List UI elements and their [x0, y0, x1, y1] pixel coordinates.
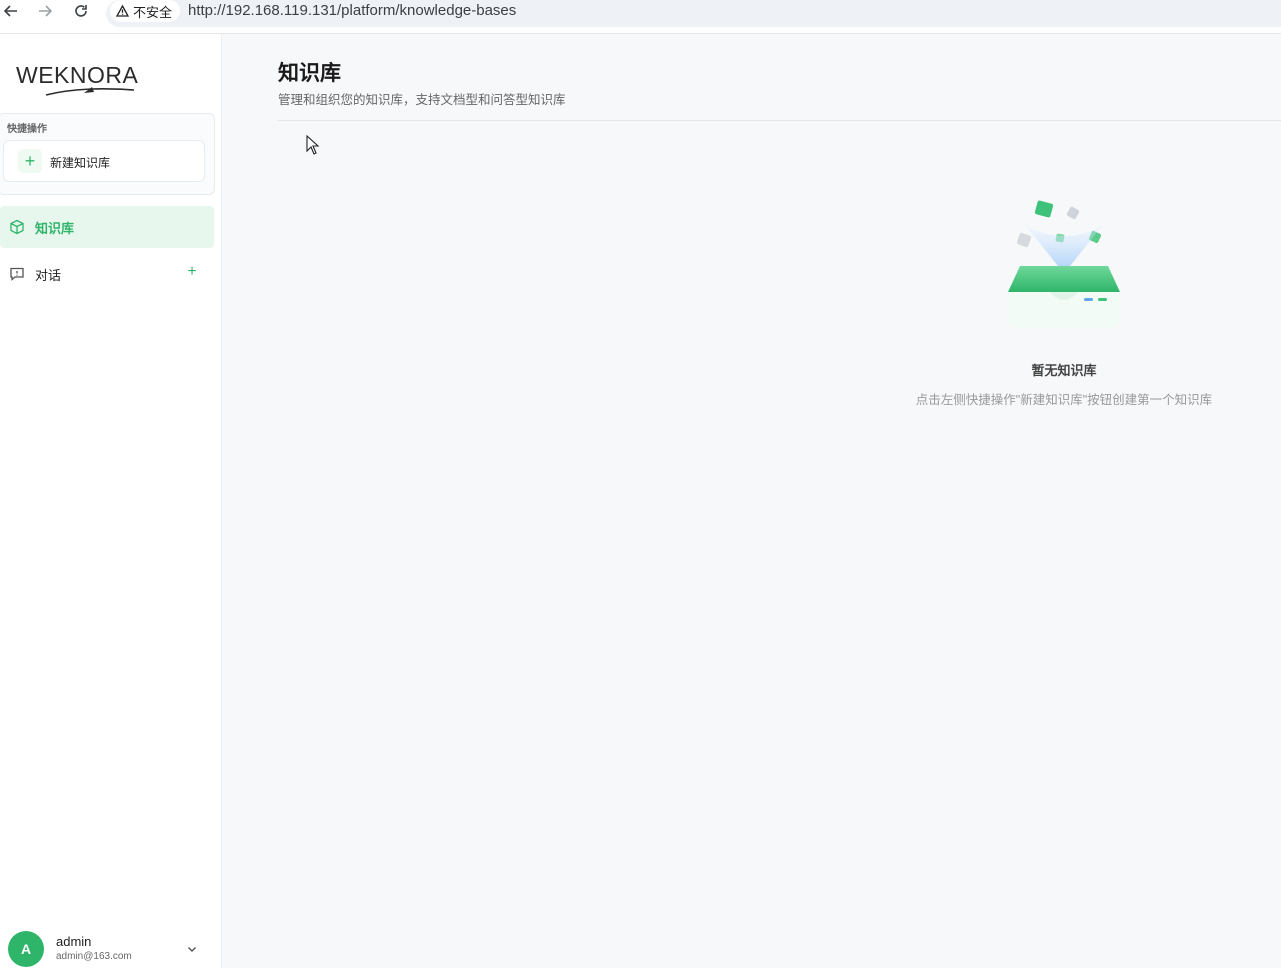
avatar: A	[8, 931, 44, 967]
sidebar-item-chat[interactable]: 对话 +	[0, 253, 214, 295]
security-label: 不安全	[133, 4, 173, 20]
sidebar-item-label: 对话	[35, 268, 62, 283]
chat-icon	[10, 267, 24, 281]
sidebar-item-label: 知识库	[35, 221, 75, 236]
url-text[interactable]: http://192.168.119.131/platform/knowledg…	[188, 2, 516, 19]
empty-state-description: 点击左侧快捷操作"新建知识库"按钮创建第一个知识库	[915, 393, 1213, 407]
sidebar: WEKNORA 快捷操作 + 新建知识库 知识库 对话 + A admin ad…	[0, 34, 222, 968]
user-email: admin@163.com	[56, 951, 132, 962]
new-chat-plus-icon[interactable]: +	[184, 264, 200, 280]
cube-icon	[10, 219, 24, 235]
new-knowledge-base-label: 新建知识库	[50, 156, 111, 170]
user-profile[interactable]: A admin admin@163.com	[8, 931, 214, 967]
mouse-cursor-icon	[306, 135, 320, 155]
main-content: 知识库 管理和组织您的知识库，支持文档型和问答型知识库 暂无知识库 点击左侧快捷…	[222, 34, 1281, 968]
divider	[278, 120, 1281, 121]
new-knowledge-base-button[interactable]: + 新建知识库	[3, 140, 205, 182]
sidebar-item-knowledge-base[interactable]: 知识库	[0, 206, 214, 248]
address-bar[interactable]: 不安全 http://192.168.119.131/platform/know…	[106, 0, 1281, 27]
browser-toolbar: 不安全 http://192.168.119.131/platform/know…	[0, 0, 1281, 34]
quick-actions-title: 快捷操作	[7, 124, 47, 135]
empty-state-title: 暂无知识库	[1031, 363, 1097, 378]
page-title: 知识库	[278, 62, 341, 85]
forward-icon[interactable]	[36, 2, 54, 20]
quick-actions-panel: 快捷操作 + 新建知识库	[0, 113, 215, 195]
security-chip[interactable]: 不安全	[110, 0, 181, 22]
logo-swoosh-icon	[45, 87, 135, 96]
back-icon[interactable]	[2, 2, 20, 20]
warning-icon	[116, 5, 129, 17]
empty-inbox-illustration	[1008, 200, 1120, 328]
user-name: admin	[56, 934, 92, 949]
reload-icon[interactable]	[72, 2, 90, 20]
plus-icon: +	[18, 149, 42, 173]
logo: WEKNORA	[16, 62, 138, 98]
page-subtitle: 管理和组织您的知识库，支持文档型和问答型知识库	[278, 93, 566, 107]
chevron-down-icon[interactable]	[186, 943, 198, 955]
